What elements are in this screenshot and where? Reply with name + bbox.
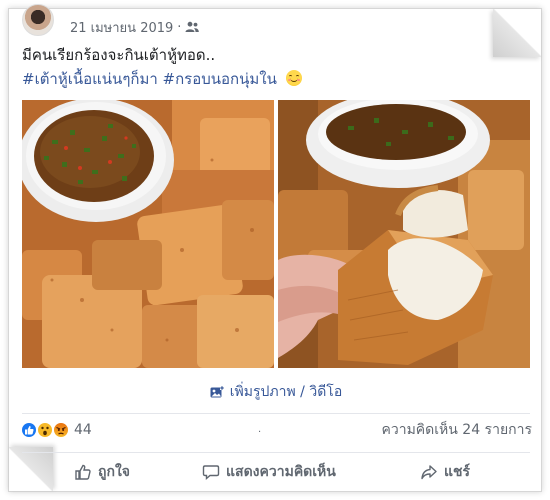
fried-tofu-bitten-photo — [278, 100, 530, 368]
add-photo-video-button[interactable]: เพิ่มรูปภาพ / วิดีโอ — [22, 370, 530, 414]
post-text: มีคนเรียกร้องจะกินเต้าหู้ทอด.. — [22, 46, 216, 64]
mid-dot: . — [258, 424, 262, 435]
separator-dot: · — [177, 19, 182, 35]
avatar[interactable] — [22, 4, 54, 36]
post-photo-1[interactable] — [22, 100, 274, 368]
like-button[interactable]: ถูกใจ — [74, 461, 130, 483]
smiling-face-emoji — [285, 70, 302, 86]
reaction-count[interactable]: 44 — [74, 422, 92, 438]
hashtag-links[interactable]: #เต้าหู้เนื้อแน่นๆก็มา #กรอบนอกนุ่มใน — [22, 70, 277, 88]
comment-label: แสดงความคิดเห็น — [226, 464, 336, 480]
post-action-bar: ถูกใจ แสดงความคิดเห็น แชร์ — [22, 452, 530, 488]
comment-count[interactable]: ความคิดเห็น 24 รายการ — [381, 419, 532, 441]
add-photo-icon — [210, 385, 224, 397]
hashtags-line: #เต้าหู้เนื้อแน่นๆก็มา #กรอบนอกนุ่มใน — [22, 68, 302, 90]
comment-icon — [202, 465, 220, 481]
share-button[interactable]: แชร์ — [420, 461, 470, 483]
page-curl-top-right — [493, 9, 541, 57]
fried-tofu-sauce-photo — [22, 100, 274, 368]
comment-button[interactable]: แสดงความคิดเห็น — [202, 461, 336, 483]
post-header: 21 เมษายน 2019 · — [22, 4, 200, 40]
thumbs-up-icon — [75, 464, 91, 480]
angry-reaction-icon[interactable] — [52, 421, 70, 439]
friends-icon[interactable] — [185, 21, 200, 33]
reactions-summary: 44 . ความคิดเห็น 24 รายการ — [20, 418, 532, 442]
post-photo-2[interactable] — [278, 100, 530, 368]
share-label: แชร์ — [444, 464, 471, 480]
share-icon — [421, 465, 437, 480]
like-label: ถูกใจ — [98, 464, 130, 480]
post-timestamp[interactable]: 21 เมษายน 2019 — [70, 17, 173, 38]
add-photo-label: เพิ่มรูปภาพ / วิดีโอ — [229, 383, 343, 400]
